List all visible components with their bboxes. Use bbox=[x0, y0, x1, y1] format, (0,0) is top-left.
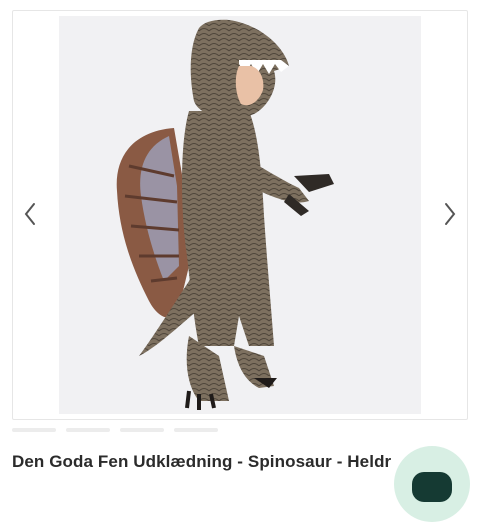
next-image-button[interactable] bbox=[436, 196, 464, 232]
thumbnail-4[interactable] bbox=[174, 428, 218, 432]
thumbnail-3[interactable] bbox=[120, 428, 164, 432]
chevron-left-icon bbox=[24, 203, 35, 225]
previous-image-button[interactable] bbox=[16, 196, 44, 232]
product-image[interactable] bbox=[59, 16, 421, 414]
thumbnail-2[interactable] bbox=[66, 428, 110, 432]
costume-illustration bbox=[116, 19, 334, 410]
chat-icon bbox=[412, 472, 452, 502]
thumbnail-strip bbox=[12, 428, 468, 434]
chevron-right-icon bbox=[445, 203, 456, 225]
chat-button[interactable] bbox=[394, 446, 470, 522]
thumbnail-1[interactable] bbox=[12, 428, 56, 432]
product-title: Den Goda Fen Udklædning - Spinosaur - He… bbox=[12, 452, 392, 471]
